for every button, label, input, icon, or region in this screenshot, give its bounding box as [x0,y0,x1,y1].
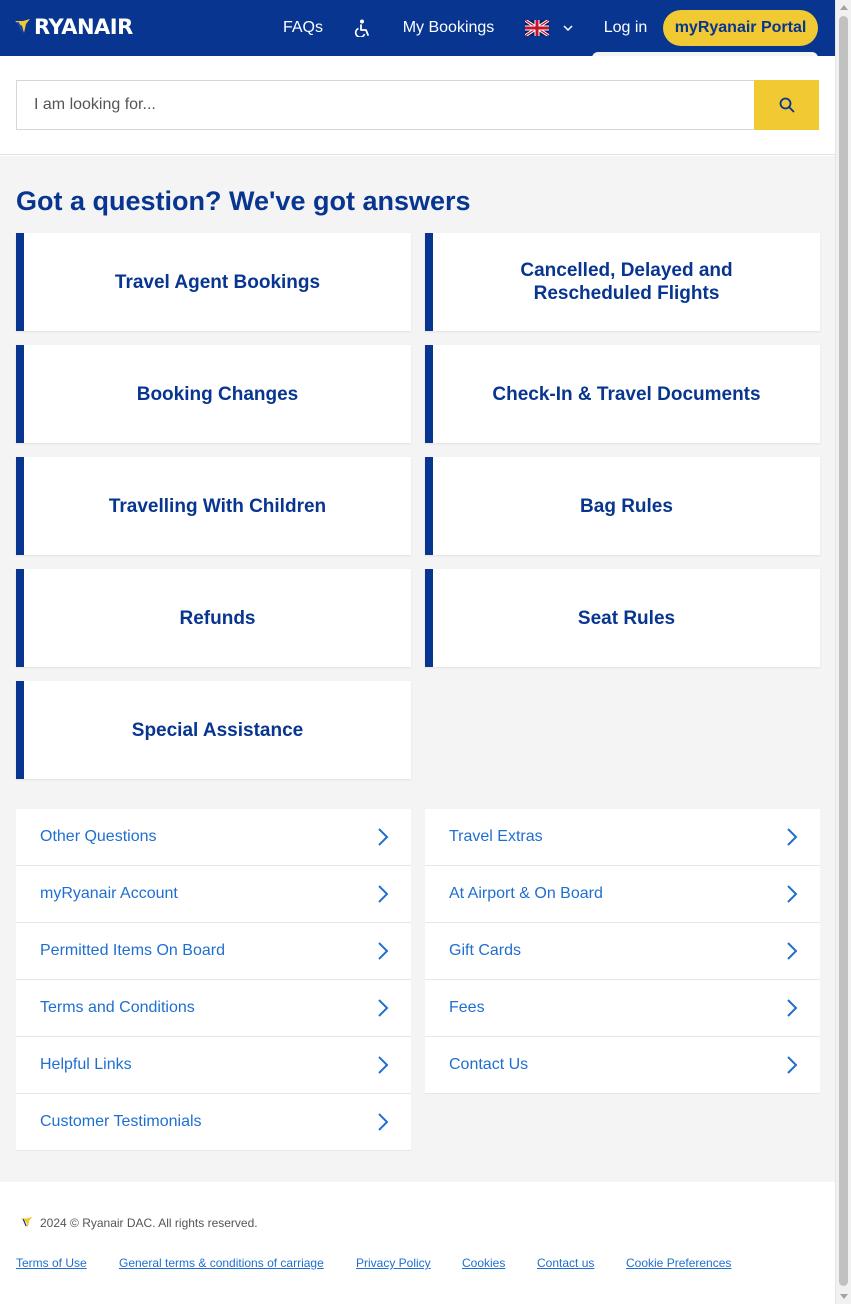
link-contact-us[interactable]: Contact Us [425,1037,820,1094]
accessibility-button[interactable] [340,6,384,49]
link-label: Gift Cards [449,942,522,959]
ryanair-logo[interactable]: RYANAIR [14,14,133,40]
search-icon [779,97,794,113]
link-label: myRyanair Account [40,885,178,902]
footer-link-general-terms[interactable]: General terms & conditions of carriage [119,1256,324,1270]
link-fees[interactable]: Fees [425,980,820,1037]
harp-logo-icon [20,1216,33,1228]
chevron-right-icon [787,942,798,960]
scroll-thumb[interactable] [839,16,848,1286]
logo-text: RYANAIR [34,15,133,39]
chevron-right-icon [787,828,798,846]
footer-link-cookie-preferences[interactable]: Cookie Preferences [626,1256,731,1270]
link-terms-conditions[interactable]: Terms and Conditions [16,980,411,1037]
link-label: Terms and Conditions [40,999,195,1016]
chevron-right-icon [378,942,389,960]
search-input[interactable] [16,80,754,130]
faq-content: Got a question? We've got answers Travel… [0,156,835,1182]
card-seat-rules[interactable]: Seat Rules [425,569,820,667]
chevron-right-icon [378,885,389,903]
footer-link-cookies[interactable]: Cookies [462,1256,505,1270]
myryanair-portal-button[interactable]: myRyanair Portal [663,10,818,46]
card-special-assistance[interactable]: Special Assistance [16,681,411,779]
card-check-in-travel-documents[interactable]: Check-In & Travel Documents [425,345,820,443]
link-label: Fees [449,999,485,1016]
footer-link-contact-us[interactable]: Contact us [537,1256,594,1270]
footer-link-terms-of-use[interactable]: Terms of Use [16,1256,87,1270]
page-title: Got a question? We've got answers [16,186,471,216]
chevron-right-icon [378,828,389,846]
link-label: Other Questions [40,828,157,845]
footer-link-privacy-policy[interactable]: Privacy Policy [356,1256,431,1270]
faqs-link[interactable]: FAQs [268,6,338,49]
copyright: 2024 © Ryanair DAC. All rights reserved. [20,1216,258,1230]
link-label: Contact Us [449,1056,529,1073]
link-other-questions[interactable]: Other Questions [16,809,411,866]
log-in-button[interactable]: Log in [588,6,663,49]
link-at-airport-on-board[interactable]: At Airport & On Board [425,866,820,923]
card-cancelled-delayed-rescheduled[interactable]: Cancelled, Delayed and Rescheduled Fligh… [425,233,820,331]
copyright-text: 2024 © Ryanair DAC. All rights reserved. [40,1216,258,1230]
card-travel-agent-bookings[interactable]: Travel Agent Bookings [16,233,411,331]
card-travelling-with-children[interactable]: Travelling With Children [16,457,411,555]
search-button[interactable] [754,80,819,130]
my-bookings-link[interactable]: My Bookings [386,6,511,49]
chevron-right-icon [378,1056,389,1074]
language-selector[interactable] [512,6,585,49]
link-label: Customer Testimonials [40,1113,202,1130]
card-refunds[interactable]: Refunds [16,569,411,667]
page-footer: 2024 © Ryanair DAC. All rights reserved.… [0,1182,835,1304]
scroll-up-arrow-icon[interactable] [840,5,848,10]
footer-links: Terms of Use General terms & conditions … [16,1256,836,1272]
page-scrollbar[interactable] [835,0,851,1304]
link-label: Helpful Links [40,1056,132,1073]
link-permitted-items[interactable]: Permitted Items On Board [16,923,411,980]
chevron-right-icon [378,999,389,1017]
chevron-right-icon [787,1056,798,1074]
chevron-right-icon [787,885,798,903]
scroll-down-arrow-icon[interactable] [840,1294,848,1299]
link-label: Permitted Items On Board [40,942,225,959]
link-gift-cards[interactable]: Gift Cards [425,923,820,980]
link-label: Travel Extras [449,828,543,845]
card-bag-rules[interactable]: Bag Rules [425,457,820,555]
card-booking-changes[interactable]: Booking Changes [16,345,411,443]
top-navigation-bar: RYANAIR FAQs My Bookings Log in myRyanai… [0,0,835,56]
chevron-right-icon [787,999,798,1017]
link-label: At Airport & On Board [449,885,603,902]
link-myryanair-account[interactable]: myRyanair Account [16,866,411,923]
chevron-down-icon [562,24,573,31]
link-customer-testimonials[interactable]: Customer Testimonials [16,1094,411,1151]
link-travel-extras[interactable]: Travel Extras [425,809,820,866]
search-section [0,56,835,155]
link-helpful-links[interactable]: Helpful Links [16,1037,411,1094]
harp-logo-icon [15,19,30,33]
chevron-right-icon [378,1113,389,1131]
wheelchair-icon [354,19,369,37]
uk-flag-icon [524,19,549,36]
